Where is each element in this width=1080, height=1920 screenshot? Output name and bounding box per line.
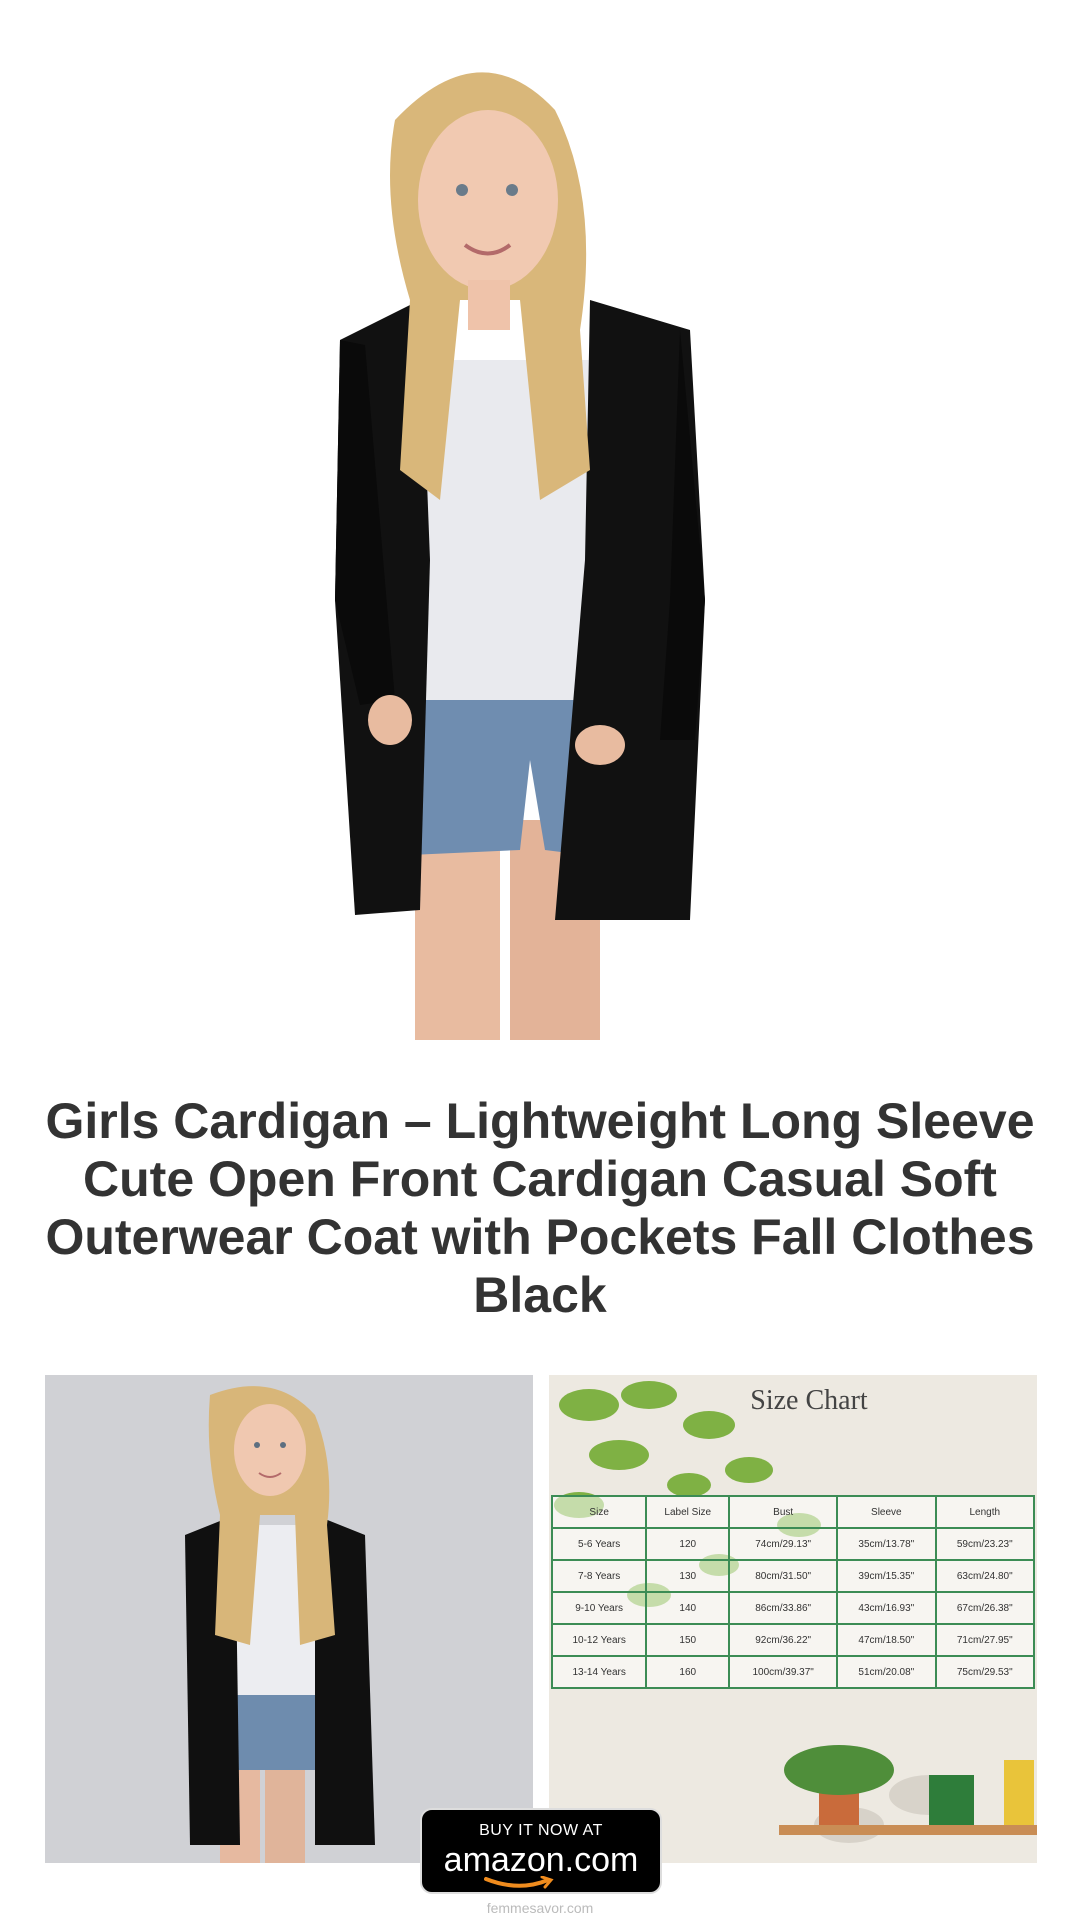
size-chart-header: Length: [934, 1495, 1036, 1529]
size-chart-header-row: Size Label Size Bust Sleeve Length: [550, 1495, 1036, 1529]
size-chart-cell: 140: [645, 1591, 731, 1625]
size-chart-cell: 9-10 Years: [550, 1591, 648, 1625]
size-chart-table: Size Label Size Bust Sleeve Length 5-6 Y…: [550, 1495, 1036, 1689]
size-chart-cell: 71cm/27.95": [934, 1623, 1036, 1657]
size-chart-header: Sleeve: [836, 1495, 937, 1529]
amazon-logo-text: amazon.com: [443, 1841, 639, 1879]
thumbnail-size-chart[interactable]: Size Chart Size Label Size Bust Sleeve L…: [549, 1375, 1037, 1863]
size-chart-cell: 80cm/31.50": [728, 1559, 839, 1593]
footer-site-name: femmesavor.com: [486, 1900, 594, 1916]
thumbnail-product-photo[interactable]: [45, 1375, 533, 1863]
size-chart-cell: 10-12 Years: [550, 1623, 648, 1657]
buy-on-amazon-button[interactable]: BUY IT NOW AT amazon.com: [420, 1808, 662, 1894]
size-chart-row: 10-12 Years 150 92cm/36.22" 47cm/18.50" …: [550, 1623, 1036, 1657]
girl-in-black-cardigan-illustration: [335, 72, 705, 1040]
buy-button-top-label: BUY IT NOW AT: [479, 1822, 603, 1839]
size-chart-cell: 51cm/20.08": [836, 1655, 937, 1689]
size-chart-cell: 7-8 Years: [550, 1559, 648, 1593]
size-chart-cell: 150: [645, 1623, 731, 1657]
size-chart-cell: 75cm/29.53": [934, 1655, 1036, 1689]
product-title: Girls Cardigan – Lightweight Long Sleeve…: [45, 1093, 1035, 1323]
size-chart-cell: 63cm/24.80": [934, 1559, 1036, 1593]
size-chart-row: 13-14 Years 160 100cm/39.37" 51cm/20.08"…: [550, 1655, 1036, 1689]
size-chart-cell: 5-6 Years: [550, 1527, 648, 1561]
size-chart-row: 9-10 Years 140 86cm/33.86" 43cm/16.93" 6…: [550, 1591, 1036, 1625]
size-chart-cell: 130: [645, 1559, 731, 1593]
girl-in-black-cardigan-thumbnail: [45, 1375, 533, 1863]
size-chart-row: 5-6 Years 120 74cm/29.13" 35cm/13.78" 59…: [550, 1527, 1036, 1561]
size-chart-cell: 92cm/36.22": [728, 1623, 839, 1657]
size-chart-cell: 86cm/33.86": [728, 1591, 839, 1625]
size-chart-row: 7-8 Years 130 80cm/31.50" 39cm/15.35" 63…: [550, 1559, 1036, 1593]
size-chart-title: Size Chart: [750, 1385, 868, 1416]
size-chart-cell: 59cm/23.23": [934, 1527, 1036, 1561]
size-chart-cell: 13-14 Years: [550, 1655, 648, 1689]
size-chart-header: Bust: [728, 1495, 839, 1529]
size-chart-cell: 47cm/18.50": [836, 1623, 937, 1657]
size-chart-cell: 67cm/26.38": [934, 1591, 1036, 1625]
size-chart-cell: 160: [645, 1655, 731, 1689]
amazon-smile-icon: [484, 1876, 554, 1889]
size-chart-header: Size: [550, 1495, 648, 1529]
size-chart-cell: 39cm/15.35": [836, 1559, 937, 1593]
size-chart-cell: 35cm/13.78": [836, 1527, 937, 1561]
size-chart-cell: 120: [645, 1527, 731, 1561]
size-chart-header: Label Size: [645, 1495, 731, 1529]
size-chart-cell: 100cm/39.37": [728, 1655, 839, 1689]
size-chart-cell: 74cm/29.13": [728, 1527, 839, 1561]
hero-product-image[interactable]: [0, 0, 1080, 1040]
size-chart-cell: 43cm/16.93": [836, 1591, 937, 1625]
